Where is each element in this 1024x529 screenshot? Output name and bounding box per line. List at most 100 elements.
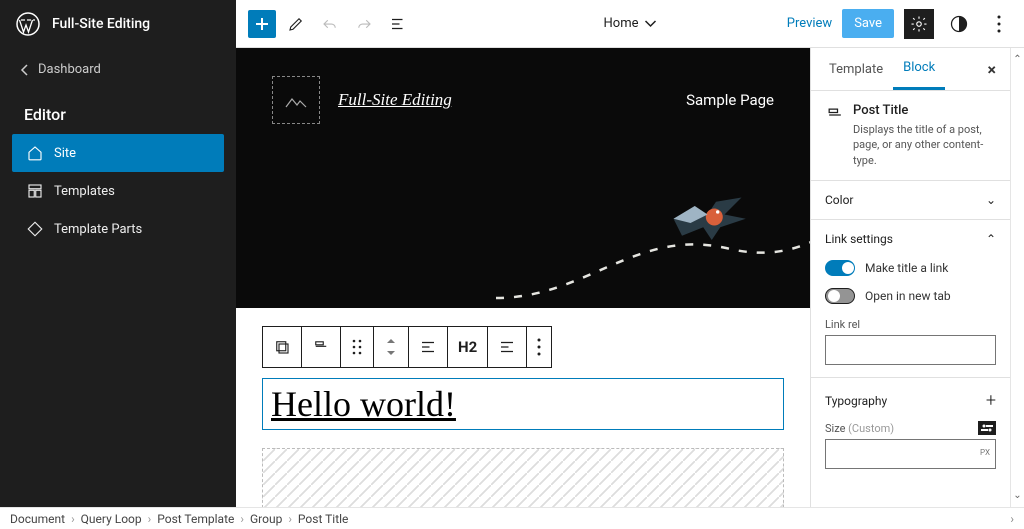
- image-placeholder-icon: [284, 91, 308, 109]
- diamond-icon: [26, 220, 44, 238]
- link-settings-header[interactable]: Link settings ⌃: [825, 232, 996, 246]
- block-type-button[interactable]: [302, 327, 341, 367]
- settings-sidebar: Template Block × Post Title Displays the…: [810, 48, 1010, 507]
- post-title-icon: [312, 338, 330, 356]
- header-template-part[interactable]: Full-Site Editing Sample Page: [236, 48, 810, 308]
- wordpress-logo-icon[interactable]: [16, 12, 40, 36]
- text-align-button[interactable]: [488, 327, 527, 367]
- breadcrumb-scroll-right[interactable]: ›: [1010, 512, 1014, 526]
- chevron-up-icon: ⌃: [986, 232, 996, 246]
- admin-sidebar: Full-Site Editing Dashboard Editor Site …: [0, 0, 236, 507]
- editor-canvas[interactable]: Full-Site Editing Sample Page H: [236, 48, 810, 507]
- home-icon: [26, 144, 44, 162]
- site-logo-placeholder[interactable]: [272, 76, 320, 124]
- styles-toggle[interactable]: [944, 9, 974, 39]
- more-vertical-icon: [537, 338, 541, 356]
- block-card: Post Title Displays the title of a post,…: [811, 91, 1010, 180]
- sidebar-menu: Site Templates Template Parts: [0, 134, 236, 248]
- settings-toggle[interactable]: [904, 9, 934, 39]
- layout-icon: [26, 182, 44, 200]
- gear-icon: [910, 15, 928, 33]
- size-label: Size: [825, 422, 845, 435]
- breadcrumb-item[interactable]: Post Template: [157, 512, 234, 526]
- block-more-options[interactable]: [527, 327, 551, 367]
- add-typography-option[interactable]: +: [986, 390, 996, 411]
- drag-handle[interactable]: [341, 327, 374, 367]
- typography-label: Typography: [825, 394, 887, 408]
- redo-button[interactable]: [350, 10, 378, 38]
- text-align-icon: [498, 338, 516, 356]
- breadcrumb-item[interactable]: Document: [10, 512, 65, 526]
- plus-icon: [254, 16, 270, 32]
- bird-illustration: [665, 193, 750, 253]
- undo-button[interactable]: [316, 10, 344, 38]
- chevron-down-icon: [644, 20, 656, 28]
- undo-icon: [321, 15, 339, 33]
- more-options-button[interactable]: [984, 9, 1014, 39]
- sidebar-item-site[interactable]: Site: [12, 134, 224, 172]
- sidebar-item-template-parts[interactable]: Template Parts: [12, 210, 224, 248]
- move-up-down[interactable]: [374, 327, 409, 367]
- preview-button[interactable]: Preview: [787, 16, 832, 31]
- pencil-icon: [287, 15, 305, 33]
- link-settings-label: Link settings: [825, 232, 893, 246]
- featured-image-placeholder[interactable]: [262, 448, 784, 507]
- post-title-icon: [825, 105, 845, 125]
- custom-size-toggle[interactable]: [978, 421, 996, 435]
- site-brand-link[interactable]: Full-Site Editing: [338, 90, 452, 110]
- size-hint: (Custom): [848, 422, 894, 435]
- stack-icon: [273, 338, 291, 356]
- sidebar-item-label: Template Parts: [54, 222, 142, 237]
- color-label: Color: [825, 193, 853, 207]
- move-arrows-icon: [384, 337, 398, 357]
- breadcrumb-item[interactable]: Group: [250, 512, 282, 526]
- tools-button[interactable]: [282, 10, 310, 38]
- heading-level-button[interactable]: H2: [448, 327, 488, 367]
- contrast-icon: [949, 14, 969, 34]
- make-title-link-toggle[interactable]: [825, 260, 855, 276]
- save-button[interactable]: Save: [842, 9, 894, 38]
- close-inspector-button[interactable]: ×: [982, 56, 1003, 83]
- sidebar-item-templates[interactable]: Templates: [12, 172, 224, 210]
- breadcrumb-item[interactable]: Post Title: [298, 512, 348, 526]
- sidebar-item-label: Templates: [54, 184, 115, 199]
- color-panel[interactable]: Color ⌄: [811, 180, 1010, 219]
- drag-icon: [351, 338, 363, 356]
- align-icon: [419, 338, 437, 356]
- heading-level-label: H2: [458, 338, 477, 356]
- document-name: Home: [604, 16, 639, 31]
- back-label: Dashboard: [38, 62, 101, 77]
- inspector-tabs: Template Block ×: [811, 48, 1010, 91]
- breadcrumb-item[interactable]: Query Loop: [81, 512, 142, 526]
- font-size-input[interactable]: [825, 439, 996, 469]
- toolbar-left: [236, 10, 412, 38]
- inserter-button[interactable]: [248, 10, 276, 38]
- document-title-dropdown[interactable]: Home: [604, 16, 657, 31]
- block-description: Displays the title of a post, page, or a…: [853, 122, 996, 168]
- list-view-icon: [389, 15, 407, 33]
- chevron-left-icon: [20, 64, 30, 76]
- back-to-dashboard[interactable]: Dashboard: [0, 48, 236, 91]
- redo-icon: [355, 15, 373, 33]
- editor-topbar: Home Preview Save: [236, 0, 1024, 48]
- sidebar-header: Full-Site Editing: [0, 0, 236, 48]
- block-name: Post Title: [853, 103, 996, 118]
- link-rel-input[interactable]: [825, 335, 996, 365]
- tab-block[interactable]: Block: [893, 48, 945, 90]
- tab-template[interactable]: Template: [819, 50, 893, 89]
- list-view-button[interactable]: [384, 10, 412, 38]
- scroll-down-icon[interactable]: ⌄: [1013, 490, 1021, 501]
- toolbar-right: Preview Save: [787, 9, 1024, 39]
- size-unit: PX: [980, 448, 990, 457]
- link-settings-panel: Link settings ⌃ Make title a link Open i…: [811, 219, 1010, 377]
- more-vertical-icon: [997, 15, 1001, 33]
- scroll-up-icon[interactable]: ⌃: [1013, 54, 1021, 65]
- canvas-scroll-rail[interactable]: ⌃ ⌄: [1010, 48, 1024, 507]
- select-parent-button[interactable]: [263, 327, 302, 367]
- toggle-label: Make title a link: [865, 261, 948, 275]
- align-button[interactable]: [409, 327, 448, 367]
- nav-link-sample-page[interactable]: Sample Page: [686, 91, 774, 109]
- post-title-block[interactable]: Hello world!: [262, 378, 784, 430]
- open-new-tab-toggle[interactable]: [825, 288, 855, 304]
- link-rel-label: Link rel: [825, 318, 996, 331]
